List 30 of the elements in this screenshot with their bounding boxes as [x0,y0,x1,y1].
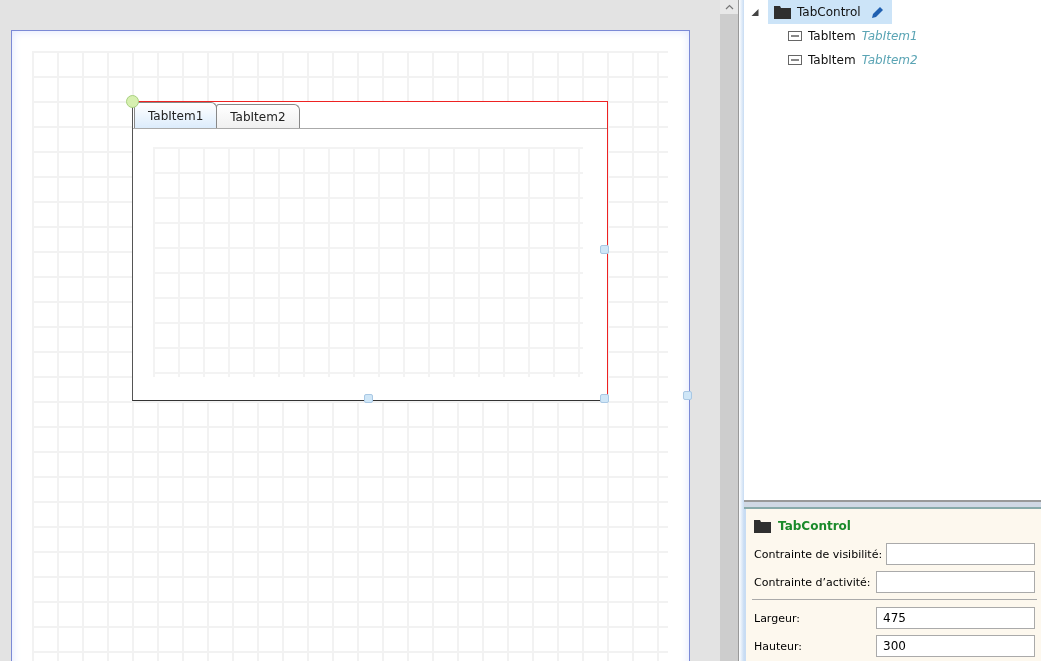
tree-item[interactable]: TabControl [768,0,892,24]
pencil-icon[interactable] [870,5,884,19]
input-field[interactable]: 475 [876,607,1035,629]
splitter-bar[interactable] [744,500,1041,509]
tab-control[interactable]: TabItem1 TabItem2 [132,101,608,401]
tab[interactable]: TabItem1 [134,102,218,128]
input-field[interactable]: 300 [876,635,1035,657]
anchor-handle[interactable] [126,95,139,108]
resize-handle[interactable] [600,394,609,403]
field-label: Hauteur: [754,639,804,653]
tab[interactable]: TabItem2 [216,104,300,128]
resize-handle[interactable] [364,394,373,403]
input-field[interactable] [876,571,1035,593]
field-label: Contrainte de visibilité: [754,547,884,561]
folder-icon [774,5,791,19]
tree-item-type[interactable]: TabItem [808,29,856,43]
tab-item-icon [788,31,802,41]
tab-item-icon [788,55,802,65]
tree-item-label: TabControl [797,5,861,19]
tree-item-type[interactable]: TabItem [808,53,856,67]
panel-title: TabControl [778,519,851,533]
resize-handle[interactable] [683,391,692,400]
input-field[interactable] [886,543,1035,565]
chevron-up-icon [724,4,734,10]
expander-icon[interactable] [750,8,760,16]
field-label: Largeur: [754,611,801,625]
resize-handle[interactable] [600,245,609,254]
scroll-up-button[interactable] [720,0,738,14]
folder-icon [754,519,771,533]
field-label: Contrainte d’activité: [754,575,872,589]
